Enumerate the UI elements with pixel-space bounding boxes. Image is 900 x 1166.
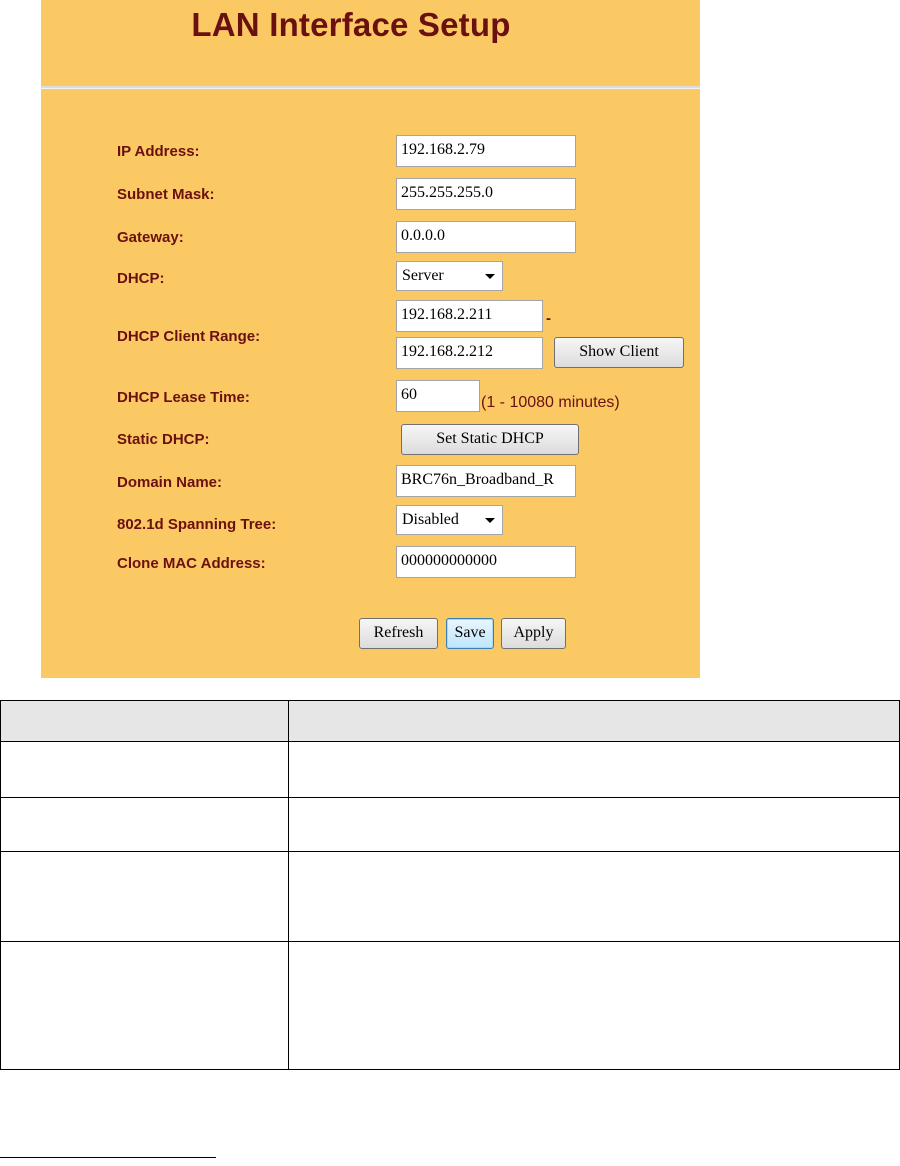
subnet-mask-input[interactable]: 255.255.255.0 <box>396 178 576 210</box>
chevron-down-icon <box>485 518 495 523</box>
domain-name-label: Domain Name: <box>117 474 223 491</box>
clone-mac-label: Clone MAC Address: <box>117 555 266 572</box>
static-dhcp-label: Static DHCP: <box>117 431 210 448</box>
table-row <box>0 741 900 798</box>
gateway-label: Gateway: <box>117 229 184 246</box>
page-title: LAN Interface Setup <box>191 6 511 43</box>
save-button[interactable]: Save <box>446 618 494 649</box>
dhcp-range-start-input[interactable]: 192.168.2.211 <box>396 300 543 332</box>
spanning-tree-value: Disabled <box>402 511 459 528</box>
table-row <box>0 797 900 852</box>
title-divider <box>41 86 700 89</box>
table-cell <box>0 797 289 852</box>
ip-address-input[interactable]: 192.168.2.79 <box>396 135 576 167</box>
footnote-divider <box>0 1157 216 1158</box>
table-header-row <box>0 700 900 742</box>
table-cell <box>288 941 900 1070</box>
set-static-dhcp-button[interactable]: Set Static DHCP <box>401 424 579 455</box>
table-row <box>0 941 900 1070</box>
table-cell <box>288 797 900 852</box>
dhcp-label: DHCP: <box>117 270 165 287</box>
description-table <box>0 700 900 1070</box>
table-cell <box>0 741 289 798</box>
dhcp-range-end-input[interactable]: 192.168.2.212 <box>396 337 543 369</box>
table-header-cell <box>288 700 900 742</box>
table-cell <box>288 741 900 798</box>
spanning-tree-label: 802.1d Spanning Tree: <box>117 516 277 533</box>
spanning-tree-select[interactable]: Disabled <box>396 505 503 535</box>
dhcp-mode-value: Server <box>402 267 444 284</box>
refresh-button[interactable]: Refresh <box>359 618 438 649</box>
table-cell <box>0 941 289 1070</box>
lan-setup-panel: LAN Interface Setup IP Address: 192.168.… <box>41 0 700 678</box>
table-row <box>0 851 900 942</box>
table-cell <box>288 851 900 942</box>
lease-time-hint: (1 - 10080 minutes) <box>481 394 620 411</box>
gateway-input[interactable]: 0.0.0.0 <box>396 221 576 253</box>
range-separator: - <box>546 310 551 327</box>
dhcp-lease-time-label: DHCP Lease Time: <box>117 389 250 406</box>
subnet-mask-label: Subnet Mask: <box>117 186 215 203</box>
table-header-cell <box>0 700 289 742</box>
dhcp-lease-time-input[interactable]: 60 <box>396 380 480 412</box>
table-cell <box>0 851 289 942</box>
show-client-button[interactable]: Show Client <box>554 337 684 368</box>
apply-button[interactable]: Apply <box>501 618 566 649</box>
domain-name-input[interactable]: BRC76n_Broadband_R <box>396 465 576 497</box>
ip-address-label: IP Address: <box>117 143 200 160</box>
chevron-down-icon <box>485 274 495 279</box>
clone-mac-input[interactable]: 000000000000 <box>396 546 576 578</box>
dhcp-mode-select[interactable]: Server <box>396 261 503 291</box>
dhcp-client-range-label: DHCP Client Range: <box>117 328 261 345</box>
